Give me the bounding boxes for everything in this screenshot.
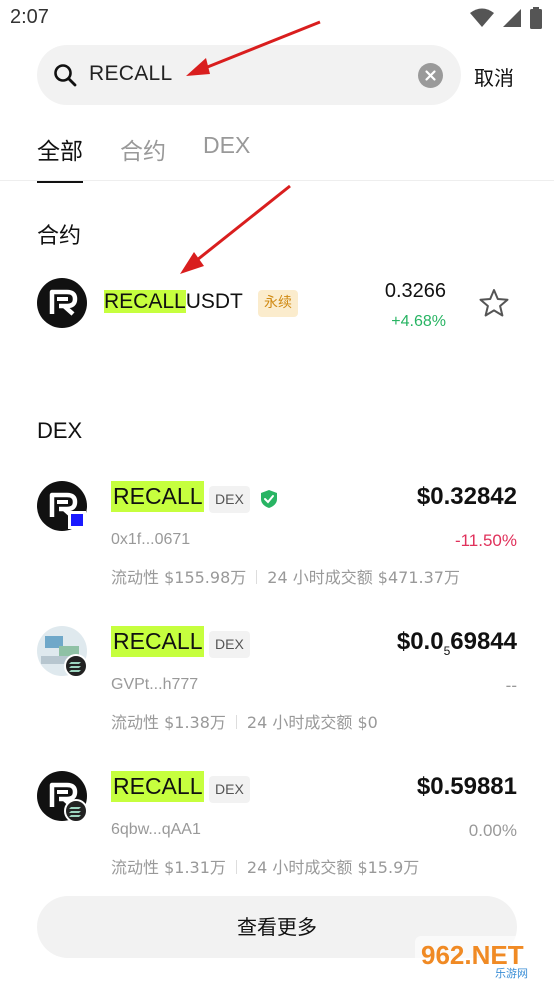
dex-price: $0.59881 <box>416 773 517 800</box>
recall-logo <box>37 278 87 328</box>
contract-change: +4.68% <box>391 313 446 330</box>
clear-search-icon[interactable] <box>418 63 443 88</box>
dex-stats: 流动性 $1.38万 24 小时成交额 $0 <box>111 709 378 733</box>
price-suffix: 69844 <box>450 628 517 655</box>
solana-chain-icon <box>64 654 88 678</box>
token-logo-wrap <box>37 771 89 823</box>
contract-address: 0x1f...0671 <box>111 531 191 548</box>
search-icon <box>54 64 77 87</box>
dex-badge: DEX <box>209 486 250 513</box>
perpetual-badge: 永续 <box>258 290 298 317</box>
liquidity-stat: 流动性 $1.31万 <box>111 858 226 877</box>
contract-price: 0.3266 <box>384 280 446 302</box>
dex-stats: 流动性 $155.98万 24 小时成交额 $471.37万 <box>111 564 460 588</box>
contract-symbol: RECALLUSDT <box>104 290 243 314</box>
dex-token-name: RECALL <box>111 626 205 657</box>
contract-symbol-rest: USDT <box>185 290 243 313</box>
search-box[interactable]: RECALL <box>37 45 461 105</box>
verified-shield-icon <box>261 490 277 508</box>
dex-change: 0.00% <box>468 821 517 840</box>
dex-price: $0.32842 <box>416 483 517 510</box>
token-logo-wrap <box>37 626 89 678</box>
dex-price: $0.0569844 <box>397 628 517 658</box>
volume-stat: 24 小时成交额 $471.37万 <box>267 568 460 587</box>
watermark-subtext: 乐游网 <box>495 967 528 980</box>
status-icons <box>470 7 542 29</box>
watermark-text: 962.NET <box>421 940 524 970</box>
watermark-logo: 962.NET 乐游网 <box>415 936 549 980</box>
token-logo-wrap <box>37 481 89 533</box>
tab-dex[interactable]: DEX <box>203 132 250 183</box>
dex-change: -11.50% <box>454 531 517 550</box>
contract-address: 6qbw...qAA1 <box>111 821 201 838</box>
section-title-contracts: 合约 <box>37 224 82 249</box>
dex-row-2[interactable]: RECALL DEX $0.0569844 GVPt...h777 -- 流动性… <box>0 626 554 756</box>
section-title-dex: DEX <box>37 418 83 443</box>
status-bar: 2:07 <box>0 0 554 38</box>
favorite-star-icon[interactable] <box>478 288 510 318</box>
contract-symbol-highlight: RECALL <box>104 290 186 313</box>
solana-chain-icon <box>64 799 88 823</box>
tab-contracts[interactable]: 合约 <box>120 132 166 183</box>
filter-tabs: 全部 合约 DEX <box>37 132 250 183</box>
volume-stat: 24 小时成交额 $0 <box>246 713 378 732</box>
dex-badge: DEX <box>209 776 250 803</box>
dex-token-name: RECALL <box>111 481 205 512</box>
wifi-icon <box>470 8 494 27</box>
cancel-button[interactable]: 取消 <box>474 62 514 91</box>
blue-square-chain-icon <box>68 511 86 529</box>
price-prefix: $0.0 <box>396 628 444 655</box>
dex-row-1[interactable]: RECALL DEX $0.32842 0x1f...0671 -11.50% … <box>0 481 554 611</box>
dex-stats: 流动性 $1.31万 24 小时成交额 $15.9万 <box>111 854 419 878</box>
annotation-arrow-contract <box>180 184 291 274</box>
search-input[interactable]: RECALL <box>89 62 173 86</box>
liquidity-stat: 流动性 $155.98万 <box>111 568 247 587</box>
signal-icon <box>503 9 521 27</box>
dex-change: -- <box>505 676 517 695</box>
dex-row-3[interactable]: RECALL DEX $0.59881 6qbw...qAA1 0.00% 流动… <box>0 771 554 901</box>
tab-all[interactable]: 全部 <box>37 132 83 183</box>
dex-token-name: RECALL <box>111 771 205 802</box>
volume-stat: 24 小时成交额 $15.9万 <box>246 858 420 877</box>
contract-address: GVPt...h777 <box>111 676 199 693</box>
tab-divider <box>0 180 554 181</box>
liquidity-stat: 流动性 $1.38万 <box>111 713 226 732</box>
dex-badge: DEX <box>209 631 250 658</box>
status-time: 2:07 <box>10 6 49 28</box>
battery-icon <box>530 7 542 29</box>
